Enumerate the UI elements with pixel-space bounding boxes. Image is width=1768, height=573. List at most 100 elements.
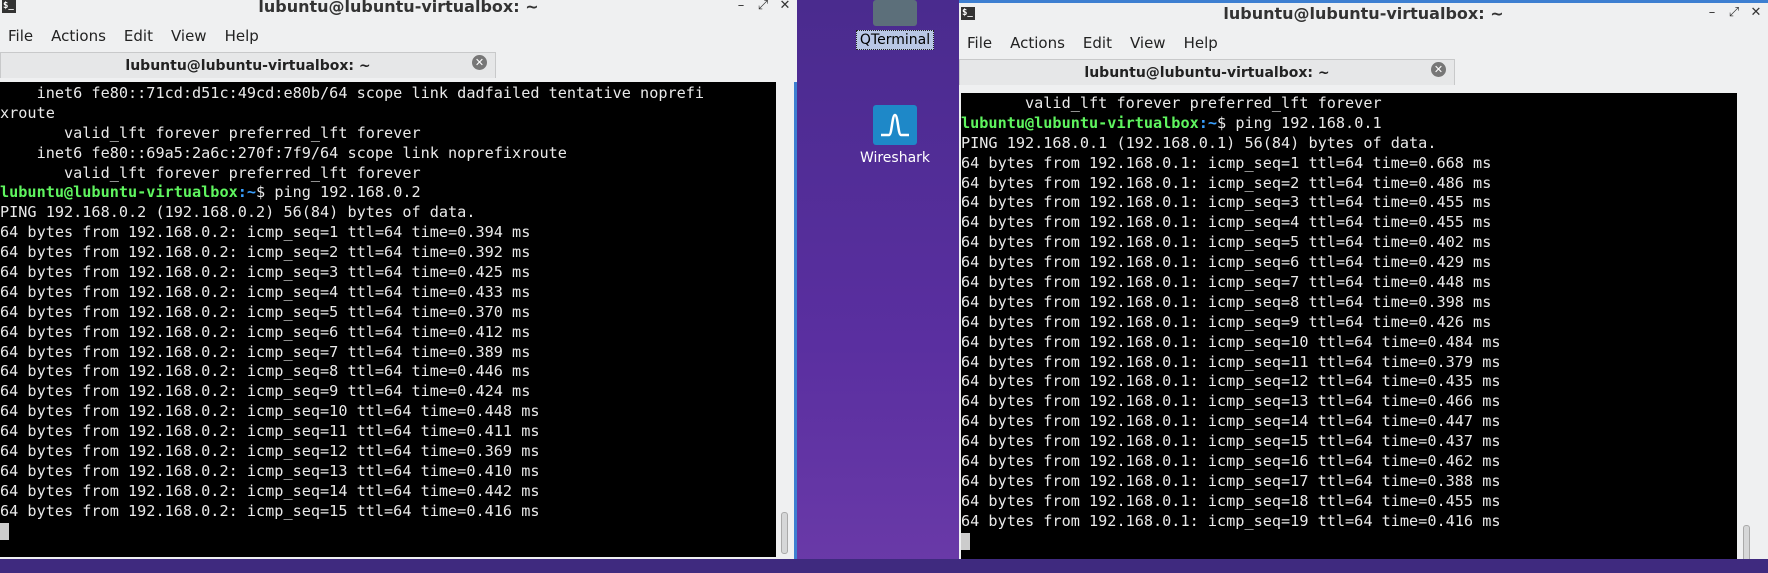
tab-terminal[interactable]: lubuntu@lubuntu-virtualbox: ~ xyxy=(0,52,496,78)
terminal-line: valid_lft forever preferred_lft forever xyxy=(961,94,1382,112)
qterminal-icon xyxy=(873,0,917,26)
terminal-line: 64 bytes from 192.168.0.2: icmp_seq=11 t… xyxy=(0,422,540,441)
terminal-line: 64 bytes from 192.168.0.1: icmp_seq=19 t… xyxy=(961,511,1501,530)
menu-help[interactable]: Help xyxy=(225,27,259,45)
terminal-line: 64 bytes from 192.168.0.1: icmp_seq=5 tt… xyxy=(961,233,1492,252)
terminal-line: 64 bytes from 192.168.0.1: icmp_seq=15 t… xyxy=(961,432,1501,451)
desktop-icon-label: QTerminal xyxy=(855,30,935,50)
window-border xyxy=(794,82,797,562)
prompt-path: :~ xyxy=(1198,113,1218,132)
terminal-cursor xyxy=(0,522,9,540)
terminal-line: 64 bytes from 192.168.0.1: icmp_seq=4 tt… xyxy=(961,213,1492,232)
terminal-line: 64 bytes from 192.168.0.2: icmp_seq=12 t… xyxy=(0,442,540,461)
tab-label: lubuntu@lubuntu-virtualbox: ~ xyxy=(1084,64,1330,81)
terminal-line: xroute xyxy=(0,103,55,122)
desktop-icon-qterminal[interactable]: QTerminal xyxy=(847,0,943,50)
maximize-icon[interactable]: ⤢ xyxy=(757,0,769,13)
terminal-line xyxy=(0,522,776,542)
desktop-background xyxy=(797,0,959,573)
menu-help[interactable]: Help xyxy=(1184,34,1218,52)
scrollbar[interactable] xyxy=(1737,93,1757,571)
menu-file[interactable]: File xyxy=(967,34,992,52)
tab-close-icon[interactable]: ✕ xyxy=(1431,62,1446,77)
menu-view[interactable]: View xyxy=(1130,34,1166,52)
terminal-line: 64 bytes from 192.168.0.2: icmp_seq=15 t… xyxy=(0,501,540,520)
menu-view[interactable]: View xyxy=(171,27,207,45)
tab-bar: lubuntu@lubuntu-virtualbox: ~ ✕ xyxy=(0,50,797,80)
desktop-icon-label: Wireshark xyxy=(859,150,931,166)
tab-terminal[interactable]: lubuntu@lubuntu-virtualbox: ~ xyxy=(959,59,1455,85)
terminal-line: 64 bytes from 192.168.0.1: icmp_seq=2 tt… xyxy=(961,173,1492,192)
desktop-bottom xyxy=(0,559,1768,573)
terminal-line: 64 bytes from 192.168.0.2: icmp_seq=6 tt… xyxy=(0,322,531,341)
menu-actions[interactable]: Actions xyxy=(51,27,106,45)
terminal-line: 64 bytes from 192.168.0.2: icmp_seq=9 tt… xyxy=(0,382,531,401)
terminal-line: 64 bytes from 192.168.0.1: icmp_seq=12 t… xyxy=(961,372,1501,391)
prompt-path: :~ xyxy=(237,183,257,202)
terminal-line: 64 bytes from 192.168.0.2: icmp_seq=10 t… xyxy=(0,402,540,421)
terminal-output[interactable]: valid_lft forever preferred_lft forever l… xyxy=(961,93,1737,571)
terminal-line: 64 bytes from 192.168.0.2: icmp_seq=1 tt… xyxy=(0,223,531,242)
terminal-line: lubuntu@lubuntu-virtualbox:~$ ping 192.1… xyxy=(0,183,776,203)
tab-bar: lubuntu@lubuntu-virtualbox: ~ ✕ xyxy=(959,57,1768,87)
terminal-line: 64 bytes from 192.168.0.1: icmp_seq=14 t… xyxy=(961,412,1501,431)
terminal-line: 64 bytes from 192.168.0.1: icmp_seq=17 t… xyxy=(961,471,1501,490)
terminal-line: 64 bytes from 192.168.0.2: icmp_seq=4 tt… xyxy=(0,282,531,301)
terminal-line: 64 bytes from 192.168.0.1: icmp_seq=3 tt… xyxy=(961,193,1492,212)
terminal-line: valid_lft forever preferred_lft forever xyxy=(0,123,421,142)
terminal-line: valid_lft forever preferred_lft forever xyxy=(0,163,421,182)
scrollbar[interactable] xyxy=(776,82,794,557)
window-titlebar[interactable]: $_ lubuntu@lubuntu-virtualbox: ~ – ⤢ ✕ xyxy=(0,0,797,16)
close-icon[interactable]: ✕ xyxy=(779,0,791,13)
terminal-line: 64 bytes from 192.168.0.1: icmp_seq=8 tt… xyxy=(961,292,1492,311)
window-titlebar[interactable]: $_ lubuntu@lubuntu-virtualbox: ~ – ⤢ ✕ xyxy=(959,4,1768,23)
terminal-line: 64 bytes from 192.168.0.2: icmp_seq=5 tt… xyxy=(0,302,531,321)
window-title: lubuntu@lubuntu-virtualbox: ~ xyxy=(1223,4,1504,23)
terminal-line: 64 bytes from 192.168.0.2: icmp_seq=2 tt… xyxy=(0,243,531,262)
terminal-line: 64 bytes from 192.168.0.1: icmp_seq=13 t… xyxy=(961,392,1501,411)
terminal-cursor xyxy=(961,532,970,550)
terminal-line: 64 bytes from 192.168.0.1: icmp_seq=10 t… xyxy=(961,332,1501,351)
terminal-line: 64 bytes from 192.168.0.2: icmp_seq=3 tt… xyxy=(0,263,531,282)
prompt-command: $ ping 192.168.0.2 xyxy=(256,183,421,202)
minimize-icon[interactable]: – xyxy=(735,0,747,13)
menu-actions[interactable]: Actions xyxy=(1010,34,1065,52)
prompt-command: $ ping 192.168.0.1 xyxy=(1217,113,1382,132)
wireshark-icon xyxy=(873,105,917,145)
terminal-line: lubuntu@lubuntu-virtualbox:~$ ping 192.1… xyxy=(961,114,1737,134)
menu-file[interactable]: File xyxy=(8,27,33,45)
prompt-user: lubuntu@lubuntu-virtualbox xyxy=(0,183,238,202)
terminal-window-left: $_ lubuntu@lubuntu-virtualbox: ~ – ⤢ ✕ F… xyxy=(0,0,797,562)
terminal-line: PING 192.168.0.1 (192.168.0.1) 56(84) by… xyxy=(961,133,1437,152)
prompt-user: lubuntu@lubuntu-virtualbox xyxy=(961,113,1199,132)
scrollbar-thumb[interactable] xyxy=(781,512,788,554)
desktop-icon-wireshark[interactable]: Wireshark xyxy=(847,105,943,167)
terminal-line: 64 bytes from 192.168.0.2: icmp_seq=7 tt… xyxy=(0,342,531,361)
terminal-line: 64 bytes from 192.168.0.1: icmp_seq=1 tt… xyxy=(961,153,1492,172)
terminal-line: 64 bytes from 192.168.0.2: icmp_seq=14 t… xyxy=(0,481,540,500)
terminal-line: 64 bytes from 192.168.0.1: icmp_seq=11 t… xyxy=(961,352,1501,371)
menu-edit[interactable]: Edit xyxy=(124,27,153,45)
terminal-line: 64 bytes from 192.168.0.1: icmp_seq=18 t… xyxy=(961,491,1501,510)
terminal-line: 64 bytes from 192.168.0.1: icmp_seq=7 tt… xyxy=(961,273,1492,292)
terminal-line: inet6 fe80::69a5:2a6c:270f:7f9/64 scope … xyxy=(0,143,567,162)
minimize-icon[interactable]: – xyxy=(1706,5,1718,20)
terminal-line: 64 bytes from 192.168.0.2: icmp_seq=8 tt… xyxy=(0,362,531,381)
terminal-line: 64 bytes from 192.168.0.1: icmp_seq=16 t… xyxy=(961,452,1501,471)
terminal-line: 64 bytes from 192.168.0.1: icmp_seq=9 tt… xyxy=(961,312,1492,331)
terminal-output[interactable]: inet6 fe80::71cd:d51c:49cd:e80b/64 scope… xyxy=(0,82,776,557)
menubar: File Actions Edit View Help xyxy=(959,29,1768,57)
terminal-line: PING 192.168.0.2 (192.168.0.2) 56(84) by… xyxy=(0,203,476,222)
terminal-line xyxy=(961,532,1737,552)
menubar: File Actions Edit View Help xyxy=(0,22,797,50)
close-icon[interactable]: ✕ xyxy=(1750,5,1762,20)
terminal-line: inet6 fe80::71cd:d51c:49cd:e80b/64 scope… xyxy=(0,84,705,102)
window-title: lubuntu@lubuntu-virtualbox: ~ xyxy=(258,0,539,16)
terminal-line: 64 bytes from 192.168.0.1: icmp_seq=6 tt… xyxy=(961,253,1492,272)
tab-label: lubuntu@lubuntu-virtualbox: ~ xyxy=(125,57,371,74)
maximize-icon[interactable]: ⤢ xyxy=(1728,5,1740,20)
tab-close-icon[interactable]: ✕ xyxy=(472,55,487,70)
terminal-window-right: $_ lubuntu@lubuntu-virtualbox: ~ – ⤢ ✕ F… xyxy=(959,0,1768,571)
menu-edit[interactable]: Edit xyxy=(1083,34,1112,52)
terminal-line: 64 bytes from 192.168.0.2: icmp_seq=13 t… xyxy=(0,461,540,480)
